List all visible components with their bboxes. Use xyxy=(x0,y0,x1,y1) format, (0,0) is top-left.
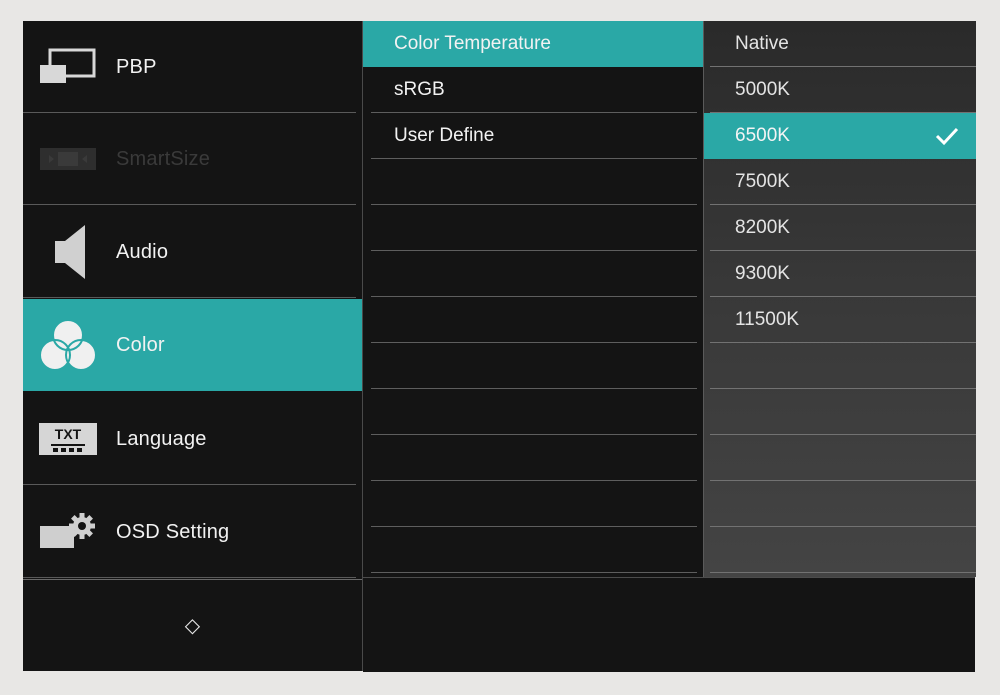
submenu-item-user-define[interactable]: User Define xyxy=(363,113,703,159)
option-empty-row xyxy=(704,527,976,573)
menu-label: OSD Setting xyxy=(116,520,230,543)
color-submenu: Color Temperature sRGB User Define xyxy=(363,21,975,672)
submenu-label: Color Temperature xyxy=(394,33,552,54)
pbp-icon xyxy=(37,40,99,94)
submenu-empty-row xyxy=(363,481,703,527)
menu-footer xyxy=(363,577,975,672)
menu-item-pbp[interactable]: PBP xyxy=(23,21,362,113)
submenu-empty-row xyxy=(363,527,703,573)
submenu-item-srgb[interactable]: sRGB xyxy=(363,67,703,113)
submenu-empty-row xyxy=(363,297,703,343)
option-8200k[interactable]: 8200K xyxy=(704,205,976,251)
menu-item-audio[interactable]: Audio xyxy=(23,206,362,298)
scroll-arrow-icon[interactable]: ◇ xyxy=(23,579,362,671)
option-5000k[interactable]: 5000K xyxy=(704,67,976,113)
option-empty-row xyxy=(704,435,976,481)
option-11500k[interactable]: 11500K xyxy=(704,297,976,343)
main-menu: PBP SmartSize Audio Color TXT Language O… xyxy=(23,21,363,671)
option-9300k[interactable]: 9300K xyxy=(704,251,976,297)
submenu-item-color-temperature[interactable]: Color Temperature xyxy=(363,21,703,67)
menu-label: SmartSize xyxy=(116,147,211,170)
menu-label: Color xyxy=(116,333,165,356)
option-label: 6500K xyxy=(735,125,790,146)
checkmark-icon xyxy=(935,127,959,146)
menu-label: Audio xyxy=(116,240,169,263)
submenu-empty-row xyxy=(363,389,703,435)
menu-item-color[interactable]: Color xyxy=(23,299,362,391)
txt-icon: TXT xyxy=(37,412,99,466)
osd-menu: PBP SmartSize Audio Color TXT Language O… xyxy=(23,21,976,672)
option-native[interactable]: Native xyxy=(704,21,976,67)
option-label: 11500K xyxy=(735,309,800,330)
option-label: 8200K xyxy=(735,217,790,238)
svg-text:TXT: TXT xyxy=(55,426,82,442)
option-label: 7500K xyxy=(735,171,790,192)
submenu-empty-row xyxy=(363,343,703,389)
option-empty-row xyxy=(704,481,976,527)
menu-item-osd-setting[interactable]: OSD Setting xyxy=(23,486,362,578)
color-temperature-options: Native 5000K 6500K 7500K 8200K 9300K 115… xyxy=(703,21,976,577)
option-empty-row xyxy=(704,343,976,389)
smartsize-icon xyxy=(37,132,99,186)
submenu-empty-row xyxy=(363,251,703,297)
submenu-label: sRGB xyxy=(394,79,445,100)
speaker-icon xyxy=(37,225,99,279)
option-label: 5000K xyxy=(735,79,790,100)
option-7500k[interactable]: 7500K xyxy=(704,159,976,205)
submenu-empty-row xyxy=(363,159,703,205)
option-6500k[interactable]: 6500K xyxy=(704,113,976,159)
option-label: 9300K xyxy=(735,263,790,284)
submenu-empty-row xyxy=(363,435,703,481)
menu-label: Language xyxy=(116,427,207,450)
color-circles-icon xyxy=(37,318,99,372)
menu-item-smartsize: SmartSize xyxy=(23,113,362,205)
submenu-empty-row xyxy=(363,205,703,251)
option-label: Native xyxy=(735,33,789,54)
option-empty-row xyxy=(704,389,976,435)
menu-label: PBP xyxy=(116,55,157,78)
menu-item-language[interactable]: TXT Language xyxy=(23,393,362,485)
submenu-label: User Define xyxy=(394,125,495,146)
osd-gear-icon xyxy=(37,505,99,559)
